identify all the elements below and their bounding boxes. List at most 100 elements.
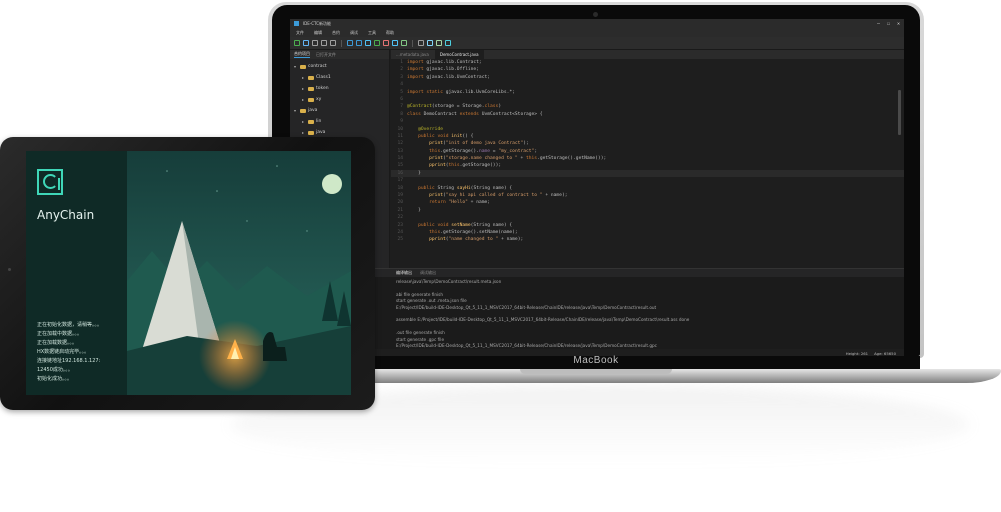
tablet-screen: AnyChain 正在初始化数据，请稍等。。。 正在加载中数据。。。 正在加载数… <box>26 151 351 395</box>
line-number: 18 <box>397 185 403 191</box>
code-line[interactable]: 8 class DemoContract extends UvmContract<… <box>391 111 904 118</box>
line-number: 6 <box>400 96 403 102</box>
line-number: 11 <box>397 133 403 139</box>
line-number: 9 <box>400 119 403 125</box>
code-line[interactable]: 1 import gjavac.lib.Contract; <box>391 59 904 66</box>
deploy-icon[interactable] <box>401 40 407 46</box>
compile-icon[interactable] <box>356 40 362 46</box>
folder-icon <box>308 86 314 91</box>
code-text: print("init of demo java Contract"); <box>429 141 529 147</box>
list-icon[interactable] <box>427 40 433 46</box>
save-icon[interactable] <box>312 40 318 46</box>
chevron-right-icon[interactable]: ▸ <box>302 75 306 80</box>
tree-item[interactable]: ▾ java <box>290 105 389 116</box>
line-number: 25 <box>397 237 403 243</box>
build-icon[interactable] <box>347 40 353 46</box>
code-text: import gjavac.lib.Contract; <box>407 60 482 65</box>
tree-item[interactable]: ▸ Class1 <box>290 72 389 83</box>
code-line[interactable]: 13 this.getStorage().name = "my_contract… <box>391 148 904 155</box>
code-line[interactable]: 24 this.getStorage().setName(name); <box>391 229 904 236</box>
cut-icon[interactable] <box>330 40 336 46</box>
code-editor[interactable]: ...metadata.java DemoContract.java 1 impo… <box>391 50 904 268</box>
chevron-right-icon[interactable]: ▸ <box>302 130 306 135</box>
menu-contract[interactable]: 合约 <box>332 30 340 36</box>
code-line[interactable]: 14 print("storage.name changed to " + th… <box>391 155 904 162</box>
camera-dot <box>593 12 598 17</box>
tab-demo-contract[interactable]: DemoContract.java <box>434 50 484 59</box>
open-icon[interactable] <box>303 40 309 46</box>
code-line[interactable]: 23 public void setName(String name) { <box>391 222 904 229</box>
chevron-down-icon[interactable]: ▾ <box>294 108 298 113</box>
chevron-right-icon[interactable]: ▸ <box>302 97 306 102</box>
editor-scrollbar[interactable] <box>898 90 901 135</box>
tab-compile-output[interactable]: 编译输出 <box>396 270 412 276</box>
folder-icon <box>308 75 314 80</box>
tree-item-label: Class1 <box>316 75 331 80</box>
chevron-right-icon[interactable]: ▸ <box>302 86 306 91</box>
chevron-down-icon[interactable]: ▾ <box>294 64 298 69</box>
minimize-button[interactable]: — <box>877 21 880 27</box>
log-line: 正在加载数据。。。 <box>37 340 78 346</box>
line-number: 3 <box>400 74 403 80</box>
package-icon[interactable] <box>436 40 442 46</box>
code-text: return "Hello" + name; <box>429 200 491 206</box>
tree-item[interactable]: ▾ contract <box>290 61 389 72</box>
maximize-button[interactable]: ☐ <box>887 21 890 27</box>
stop-icon[interactable] <box>383 40 389 46</box>
code-text: this.getStorage().name = "my_contract"; <box>429 148 538 154</box>
code-line[interactable]: 4 <box>391 81 904 88</box>
code-line[interactable]: 7 @Contract(storage = Storage.class) <box>391 103 904 110</box>
close-button[interactable]: ✕ <box>897 21 900 27</box>
code-line[interactable]: 18 public String sayHi(String name) { <box>391 185 904 192</box>
log-line: 正在加载中数据。。。 <box>37 331 83 337</box>
settings-icon[interactable] <box>418 40 424 46</box>
tree-item-label: token <box>316 86 329 91</box>
menu-tools[interactable]: 工具 <box>368 30 376 36</box>
save-all-icon[interactable] <box>321 40 327 46</box>
code-line[interactable]: 6 <box>391 96 904 103</box>
code-line[interactable]: 3 import gjavac.lib.UvmContract; <box>391 74 904 81</box>
tab-metadata-file[interactable]: ...metadata.java <box>391 50 434 59</box>
code-line[interactable]: 11 public void init() { <box>391 133 904 140</box>
tree-item[interactable]: ▸ xy <box>290 94 389 105</box>
new-file-icon[interactable] <box>294 40 300 46</box>
toolbar-separator <box>412 39 413 47</box>
step-icon[interactable] <box>392 40 398 46</box>
code-line[interactable]: 25 pprint("name changed to " + name); <box>391 236 904 243</box>
code-line[interactable]: 9 <box>391 118 904 125</box>
code-line[interactable]: 21 } <box>391 207 904 214</box>
tree-item[interactable]: ▸ lin <box>290 116 389 127</box>
line-number: 2 <box>400 67 403 73</box>
tab-contract-projects[interactable]: 合约项目 <box>294 51 310 58</box>
chevron-right-icon[interactable]: ▸ <box>302 119 306 124</box>
tab-debug-output[interactable]: 调试输出 <box>420 270 436 276</box>
tab-open-files[interactable]: 已打开文件 <box>316 52 336 58</box>
code-line[interactable]: 10 @Override <box>391 126 904 133</box>
code-text: print("storage.name changed to " + this.… <box>429 156 607 162</box>
project-tree: ▾ contract ▸ Class1 ▸ token ▸ xy ▾ java ▸ lin ▸ java <box>290 59 389 138</box>
code-line[interactable]: 5 import static gjavac.lib.UvmCoreLibs.*; <box>391 89 904 96</box>
line-number: 8 <box>400 111 403 117</box>
code-line[interactable]: 17 <box>391 177 904 184</box>
code-area[interactable]: 1 import gjavac.lib.Contract; 2 import gjav… <box>391 59 904 268</box>
tree-item[interactable]: ▸ token <box>290 83 389 94</box>
menu-debug[interactable]: 调试 <box>350 30 358 36</box>
code-line[interactable]: 2 import gjavac.lib.Offline; <box>391 66 904 73</box>
code-line[interactable]: 22 <box>391 214 904 221</box>
code-line[interactable]: 20 return "Hello" + name; <box>391 199 904 206</box>
line-number: 16 <box>397 170 403 176</box>
line-number: 15 <box>397 163 403 169</box>
code-line[interactable]: 16 } <box>391 169 904 178</box>
help-icon[interactable] <box>445 40 451 46</box>
debug-icon[interactable] <box>374 40 380 46</box>
run-icon[interactable] <box>365 40 371 46</box>
code-line[interactable]: 15 pprint(this.getStorage()); <box>391 162 904 169</box>
folder-icon <box>308 130 314 135</box>
code-line[interactable]: 19 print("say hi api called of contract … <box>391 192 904 199</box>
code-line[interactable]: 12 print("init of demo java Contract"); <box>391 140 904 147</box>
menu-edit[interactable]: 编辑 <box>314 30 322 36</box>
console-body: release\java\Temp\DemoContract\result.me… <box>290 277 904 357</box>
menu-help[interactable]: 帮助 <box>386 30 394 36</box>
menu-file[interactable]: 文件 <box>296 30 304 36</box>
log-line: 初始化成功。。。 <box>37 376 73 382</box>
